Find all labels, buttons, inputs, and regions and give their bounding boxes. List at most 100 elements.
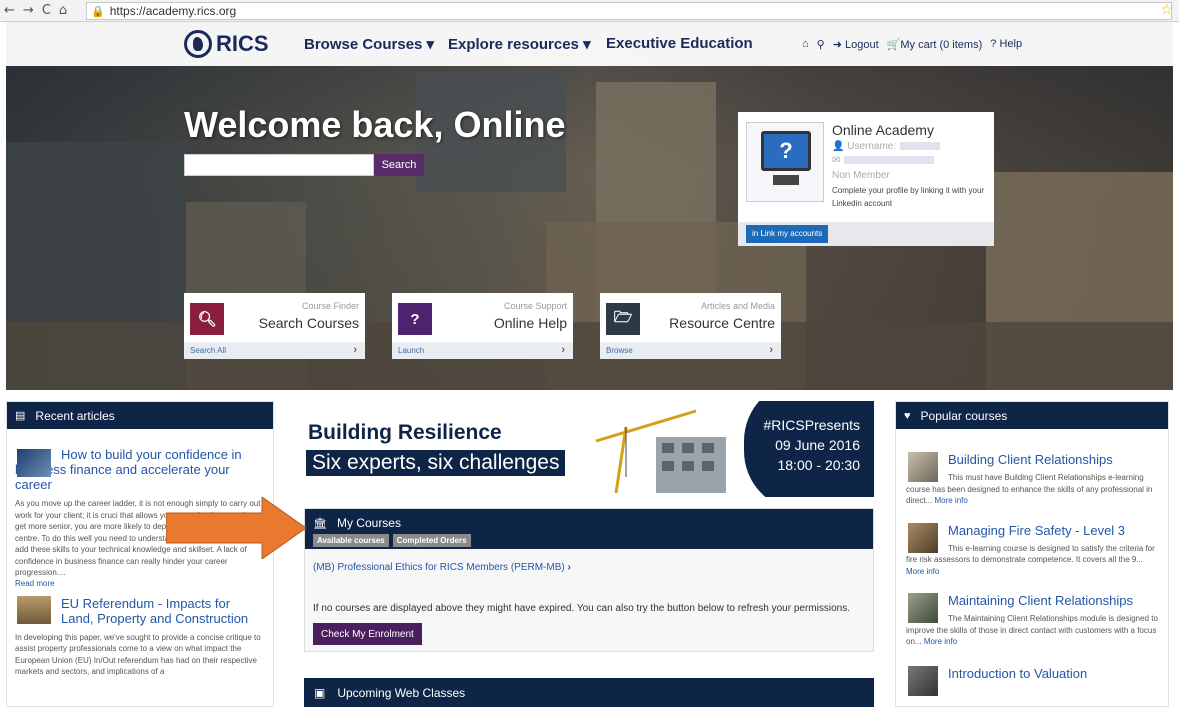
folder-icon: 🗁 xyxy=(606,303,640,335)
profile-card: ? Online Academy 👤 Username: ✉ Non Membe… xyxy=(738,112,994,246)
banner-title: Building Resilience xyxy=(308,421,502,444)
course-thumbnail xyxy=(908,593,938,623)
courses-note: If no courses are displayed above they m… xyxy=(313,603,850,614)
quick-link-action[interactable]: Browse › xyxy=(600,342,781,359)
quick-link-category: Course Support xyxy=(503,301,567,311)
course-title-link[interactable]: Building Client Relationships xyxy=(906,452,1158,467)
url-text: https://academy.rics.org xyxy=(109,4,237,18)
question-icon: ? xyxy=(398,303,432,335)
popular-course-item: Managing Fire Safety - Level 3 This e-le… xyxy=(896,522,1168,578)
article-title-link[interactable]: EU Referendum - Impacts for Land, Proper… xyxy=(15,596,265,626)
home-icon[interactable]: ⌂ xyxy=(59,3,67,18)
profile-membership: Non Member xyxy=(832,170,890,181)
panel-title: Upcoming Web Classes xyxy=(337,685,466,700)
my-courses-header: 🏛 My Courses Available courses Completed … xyxy=(305,509,873,549)
hero-search-button[interactable]: Search xyxy=(374,154,424,176)
course-link[interactable]: (MB) Professional Ethics for RICS Member… xyxy=(313,562,571,573)
tab-available-courses[interactable]: Available courses xyxy=(313,534,389,547)
quick-link-action[interactable]: Search All › xyxy=(184,342,365,359)
panel-title: Recent articles xyxy=(35,408,115,423)
course-thumbnail xyxy=(908,665,938,696)
back-icon[interactable]: ← xyxy=(4,3,15,18)
chevron-right-icon: › xyxy=(353,344,357,356)
read-more-link[interactable]: Read more xyxy=(15,579,265,588)
orange-arrow-icon xyxy=(166,497,306,559)
hero-search-input[interactable] xyxy=(184,154,374,176)
article-thumbnail xyxy=(17,595,51,624)
chevron-right-icon: › xyxy=(567,562,571,573)
course-title-link[interactable]: Introduction to Valuation xyxy=(906,666,1158,681)
hero-section: RICS Browse Courses ▾ Explore resources … xyxy=(6,22,1173,390)
chevron-right-icon: › xyxy=(561,344,565,356)
heart-icon: ♥ xyxy=(904,409,911,422)
panel-title: Popular courses xyxy=(920,408,1008,423)
quick-link-resource-centre[interactable]: 🗁 Articles and Media Resource Centre Bro… xyxy=(600,293,781,359)
banner-hashtag: #RICSPresents xyxy=(763,417,860,433)
reload-icon[interactable]: C xyxy=(42,3,51,18)
article-item: EU Referendum - Impacts for Land, Proper… xyxy=(7,595,273,678)
rics-logo[interactable]: RICS xyxy=(184,30,269,58)
utility-links: ⌂ ⚲ ➜ Logout 🛒My cart (0 items) ? Help xyxy=(802,38,1022,51)
banner-time: 18:00 - 20:30 xyxy=(777,457,860,473)
popular-course-item: Maintaining Client Relationships The Mai… xyxy=(896,593,1168,648)
tab-completed-orders[interactable]: Completed Orders xyxy=(392,534,471,547)
popular-courses-header: ♥ Popular courses xyxy=(896,402,1168,429)
course-description: The Maintaining Client Relationships mod… xyxy=(906,614,1158,646)
recent-articles-header: ▤ Recent articles xyxy=(7,402,273,429)
envelope-icon: ✉ xyxy=(832,155,841,166)
profile-username: 👤 Username: xyxy=(832,141,941,152)
link-accounts-button[interactable]: in Link my accounts xyxy=(746,225,829,243)
course-title-link[interactable]: Managing Fire Safety - Level 3 xyxy=(906,523,1158,538)
cart-link[interactable]: 🛒My cart (0 items) xyxy=(887,38,983,51)
quick-link-title: Search Courses xyxy=(258,315,359,331)
panel-title: My Courses xyxy=(336,516,401,530)
course-title-link[interactable]: Maintaining Client Relationships xyxy=(906,593,1158,608)
profile-description: Complete your profile by linking it with… xyxy=(832,186,985,208)
article-excerpt: In developing this paper, we've sought t… xyxy=(15,632,261,677)
crane-illustration xyxy=(595,409,726,493)
quick-link-title: Online Help xyxy=(493,315,567,331)
calendar-icon: ▣ xyxy=(314,685,326,700)
course-description: This e-learning course is designed to sa… xyxy=(906,543,1155,576)
profile-email: ✉ xyxy=(832,155,935,166)
quick-link-search-courses[interactable]: 🔍︎ Course Finder Search Courses Search A… xyxy=(184,293,365,359)
institution-icon: 🏛 xyxy=(313,518,327,530)
article-title-link[interactable]: How to build your confidence in business… xyxy=(15,447,265,492)
help-link[interactable]: ? Help xyxy=(990,38,1022,51)
more-info-link[interactable]: More info xyxy=(934,496,967,505)
browser-toolbar: ← → C ⌂ 🔒 https://academy.rics.org ☆ xyxy=(0,0,1179,22)
check-enrolment-button[interactable]: Check My Enrolment xyxy=(313,623,422,645)
logout-link[interactable]: ➜ Logout xyxy=(833,38,879,51)
site-header: RICS Browse Courses ▾ Explore resources … xyxy=(6,22,1173,66)
bookmark-star-icon[interactable]: ☆ xyxy=(1160,1,1173,18)
quick-link-category: Course Finder xyxy=(301,301,359,311)
logo-text: RICS xyxy=(216,31,269,56)
search-link-icon[interactable]: ⚲ xyxy=(817,38,825,51)
quick-link-title: Resource Centre xyxy=(669,315,775,331)
newspaper-icon: ▤ xyxy=(15,410,26,422)
course-thumbnail xyxy=(908,452,938,482)
menu-executive-education[interactable]: Executive Education xyxy=(606,35,753,52)
address-bar[interactable]: 🔒 https://academy.rics.org xyxy=(86,2,1172,20)
popular-course-item: Building Client Relationships This must … xyxy=(896,452,1168,507)
more-info-link[interactable]: More info xyxy=(906,567,939,576)
my-courses-panel: 🏛 My Courses Available courses Completed … xyxy=(304,508,874,652)
event-banner[interactable]: Building Resilience Six experts, six cha… xyxy=(304,401,874,497)
banner-date: 09 June 2016 xyxy=(775,437,860,453)
search-icon: 🔍︎ xyxy=(190,303,224,335)
banner-subtitle: Six experts, six challenges xyxy=(306,450,566,476)
forward-icon[interactable]: → xyxy=(23,3,34,18)
quick-link-action[interactable]: Launch › xyxy=(392,342,573,359)
popular-courses-panel: ♥ Popular courses Building Client Relati… xyxy=(895,401,1169,707)
home-link-icon[interactable]: ⌂ xyxy=(802,38,809,51)
quick-link-online-help[interactable]: ? Course Support Online Help Launch › xyxy=(392,293,573,359)
more-info-link[interactable]: More info xyxy=(924,637,957,646)
menu-browse-courses[interactable]: Browse Courses ▾ xyxy=(304,35,434,53)
lock-icon: 🔒 xyxy=(91,5,105,18)
quick-link-category: Articles and Media xyxy=(700,301,775,311)
lion-logo-icon xyxy=(184,30,212,58)
avatar: ? xyxy=(746,122,824,202)
menu-explore-resources[interactable]: Explore resources ▾ xyxy=(448,35,591,53)
course-description: This must have Building Client Relations… xyxy=(906,473,1153,505)
article-thumbnail xyxy=(17,449,51,477)
